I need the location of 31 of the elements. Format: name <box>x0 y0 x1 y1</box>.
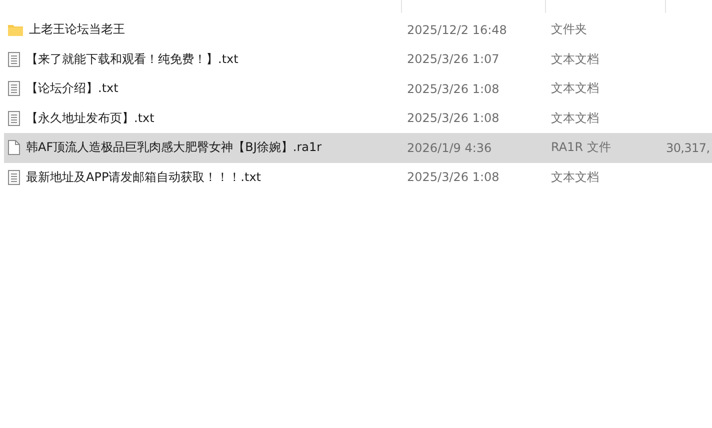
file-name: 最新地址及APP请发邮箱自动获取！！！.txt <box>26 168 262 186</box>
file-name: 【论坛介绍】.txt <box>26 80 118 98</box>
modified-date: 2025/12/2 16:48 <box>406 22 508 37</box>
file-row[interactable]: 韩AF顶流人造极品巨乳肉感大肥臀女神【BJ徐婉】.ra1r 2026/1/9 4:36 RA1R 文件 30,317, <box>4 133 712 162</box>
file-name: 【来了就能下载和观看！纯免费！】.txt <box>26 50 238 68</box>
file-row[interactable]: 【永久地址发布页】.txt 2025/3/26 1:08 文本文档 <box>4 104 712 133</box>
folder-icon <box>8 24 23 36</box>
modified-date: 2025/3/26 1:07 <box>406 52 500 66</box>
file-type: 文本文档 <box>550 80 600 98</box>
file-name: 【永久地址发布页】.txt <box>26 110 154 127</box>
file-size: 30,317, <box>665 140 711 155</box>
modified-date: 2025/3/26 1:08 <box>406 82 500 96</box>
modified-date: 2025/3/26 1:08 <box>406 170 500 184</box>
file-name: 韩AF顶流人造极品巨乳肉感大肥臀女神【BJ徐婉】.ra1r <box>26 139 322 156</box>
file-row[interactable]: 最新地址及APP请发邮箱自动获取！！！.txt 2025/3/26 1:08 文本文档 <box>4 162 712 192</box>
text-document-icon <box>8 52 20 67</box>
text-document-icon <box>8 81 20 96</box>
file-row[interactable]: 【来了就能下载和观看！纯免费！】.txt 2025/3/26 1:07 文本文档 <box>4 44 712 74</box>
file-type: RA1R 文件 <box>550 139 612 156</box>
file-row[interactable]: 上老王论坛当老王 2025/12/2 16:48 文件夹 <box>4 15 712 44</box>
file-type: 文本文档 <box>550 110 600 127</box>
file-row[interactable]: 【论坛介绍】.txt 2025/3/26 1:08 文本文档 <box>4 74 712 104</box>
file-type: 文件夹 <box>550 21 588 38</box>
file-type: 文本文档 <box>550 50 600 68</box>
file-type: 文本文档 <box>550 168 600 186</box>
text-document-icon <box>8 170 20 185</box>
modified-date: 2026/1/9 4:36 <box>406 140 493 155</box>
blank-document-icon <box>8 140 20 156</box>
text-document-icon <box>8 110 20 126</box>
file-name: 上老王论坛当老王 <box>29 21 125 38</box>
modified-date: 2025/3/26 1:08 <box>406 111 500 126</box>
